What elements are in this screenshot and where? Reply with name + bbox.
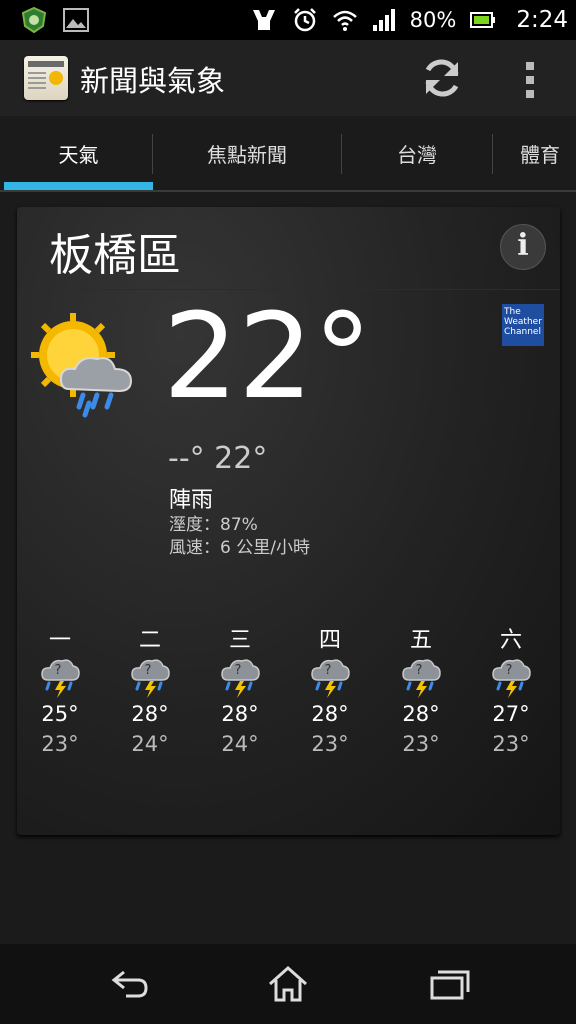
action-bar: 新聞與氣象 [0, 40, 576, 116]
back-icon[interactable] [108, 964, 152, 1004]
forecast-high: 28° [221, 702, 259, 726]
thunderstorm-icon: ? [41, 659, 80, 698]
overflow-menu-icon[interactable] [520, 60, 540, 100]
svg-text:?: ? [325, 663, 332, 678]
forecast-high: 25° [41, 702, 79, 726]
thunderstorm-icon: ? [492, 659, 531, 698]
battery-percent: 80% [409, 8, 457, 32]
navigation-bar [0, 944, 576, 1024]
info-button[interactable]: i [500, 224, 546, 270]
weather-card: 板橋區 i The Weather Channel 22° --° 22° 陣雨… [17, 207, 560, 835]
forecast-day: 六? 27° 23° [471, 622, 551, 756]
forecast-day-name: 三 [228, 628, 251, 653]
forecast-high: 28° [402, 702, 440, 726]
tab-bar: 天氣 焦點新聞 台灣 體育 [0, 116, 576, 192]
shield-icon [21, 6, 47, 34]
thunderstorm-icon: ? [402, 659, 441, 698]
battery-icon [470, 12, 496, 28]
thunderstorm-icon: ? [221, 659, 260, 698]
weather-channel-logo[interactable]: The Weather Channel [502, 304, 544, 346]
wifi-icon [332, 10, 357, 31]
recent-apps-icon[interactable] [428, 964, 472, 1004]
svg-text:?: ? [145, 663, 152, 678]
card-header: 板橋區 i [17, 207, 560, 290]
thunderstorm-icon: ? [131, 659, 170, 698]
forecast-high: 28° [311, 702, 349, 726]
alarm-icon [293, 8, 316, 32]
signal-icon [372, 9, 395, 31]
forecast-day-name: 一 [48, 628, 71, 653]
svg-text:?: ? [506, 663, 513, 678]
accessory-icon [252, 10, 275, 30]
tab-sports[interactable]: 體育 [520, 116, 576, 190]
thunderstorm-icon: ? [311, 659, 350, 698]
forecast-low: 23° [402, 732, 440, 756]
forecast-low: 24° [131, 732, 169, 756]
clock: 2:24 [516, 7, 568, 33]
forecast-day-name: 五 [409, 628, 432, 653]
refresh-icon[interactable] [418, 54, 466, 102]
wind-speed: 風速：6 公里/小時 [169, 538, 310, 558]
forecast-low: 23° [492, 732, 530, 756]
forecast-day: 一? 25° 23° [20, 622, 100, 756]
forecast-low: 23° [311, 732, 349, 756]
svg-text:?: ? [55, 663, 62, 678]
forecast-row: 一? 25° 23° 二? 28° 24° 三? 28° 24° 四? 28° 23° 五? 28° 23°… [17, 622, 560, 772]
forecast-high: 28° [131, 702, 169, 726]
info-icon: i [517, 228, 529, 263]
forecast-low: 23° [41, 732, 79, 756]
forecast-day: 五? 28° 23° [381, 622, 461, 756]
status-bar: 80% 2:24 [0, 0, 576, 40]
forecast-day-name: 二 [138, 628, 161, 653]
current-temperature: 22° [163, 287, 373, 425]
home-icon[interactable] [266, 964, 310, 1004]
forecast-day: 四? 28° 23° [290, 622, 370, 756]
humidity: 溼度：87% [169, 515, 258, 535]
svg-text:?: ? [416, 663, 423, 678]
location-name: 板橋區 [49, 230, 181, 281]
forecast-day: 三? 28° 24° [200, 622, 280, 756]
tab-weather[interactable]: 天氣 [4, 116, 153, 190]
svg-text:?: ? [235, 663, 242, 678]
image-icon [63, 8, 89, 32]
high-low-temperature: --° 22° [168, 441, 268, 476]
tab-top-news[interactable]: 焦點新聞 [153, 116, 341, 190]
sun-cloud-rain-icon [31, 313, 133, 418]
forecast-day: 二? 28° 24° [110, 622, 190, 756]
selected-tab-indicator [4, 182, 153, 190]
app-newspaper-icon[interactable] [24, 56, 68, 100]
forecast-low: 24° [221, 732, 259, 756]
app-title: 新聞與氣象 [80, 64, 226, 98]
tab-taiwan[interactable]: 台灣 [342, 116, 492, 190]
forecast-high: 27° [492, 702, 530, 726]
forecast-day-name: 六 [499, 628, 522, 653]
forecast-day-name: 四 [318, 628, 341, 653]
